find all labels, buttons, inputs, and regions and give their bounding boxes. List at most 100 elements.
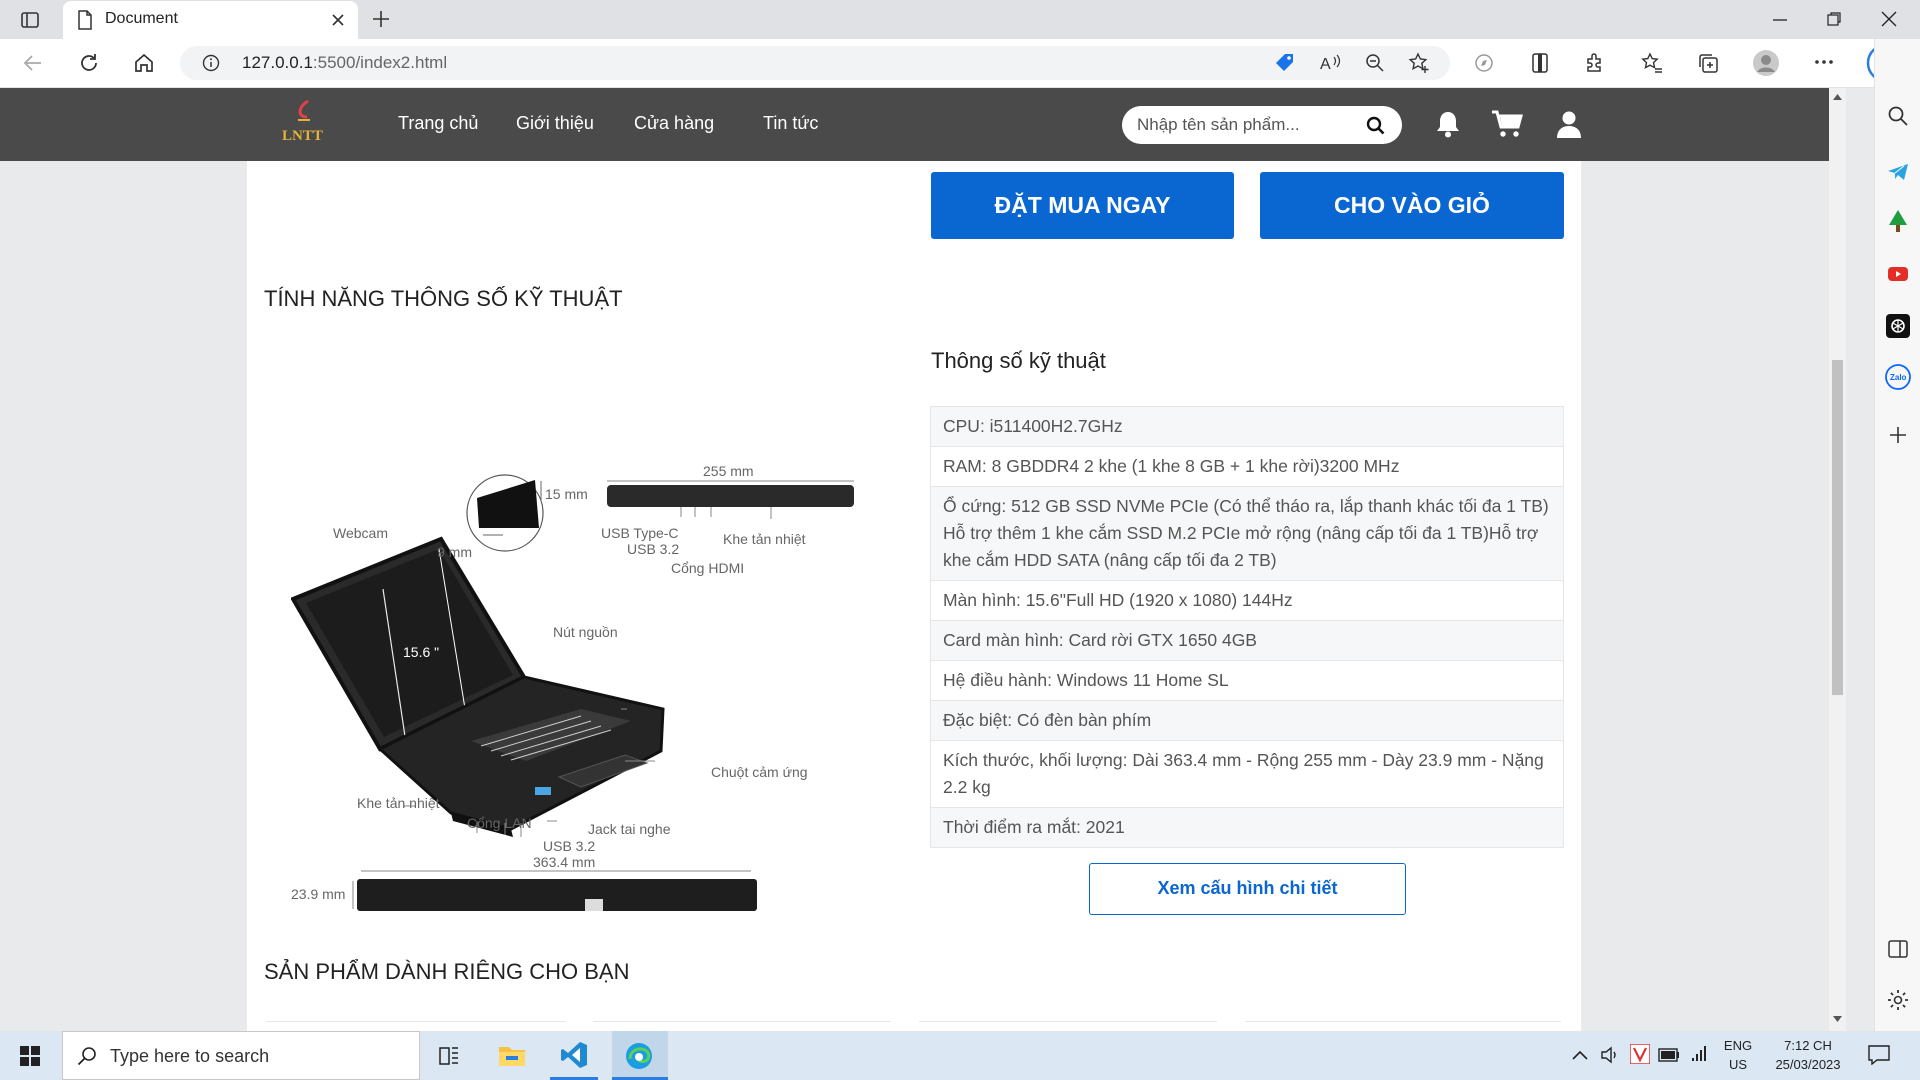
scroll-down-icon[interactable] [1833,1016,1842,1022]
file-explorer-icon[interactable] [498,1043,526,1067]
label-usb32-side: USB 3.2 [627,541,679,557]
battery-icon[interactable] [1658,1048,1680,1062]
product-search-input[interactable] [1137,114,1357,136]
search-icon[interactable] [1887,105,1909,127]
site-navbar: LNTT Trang chủ Giới thiệu Cửa hàng Tin t… [0,88,1829,161]
vscode-icon[interactable] [560,1041,588,1069]
edge-browser-icon[interactable] [624,1041,654,1071]
features-section-title: TÍNH NĂNG THÔNG SỐ KỸ THUẬT [264,286,623,311]
close-window-icon[interactable] [1881,11,1897,27]
search-icon[interactable] [1366,116,1385,135]
address-bar-row: 127.0.0.1:5500/index2.html A [0,39,1920,88]
tab-actions-icon[interactable] [20,10,40,30]
minimize-icon[interactable] [1772,12,1788,28]
language-indicator[interactable]: ENG US [1720,1036,1756,1074]
product-card[interactable] [919,1021,1217,1031]
buy-now-button[interactable]: ĐẶT MUA NGAY [931,172,1234,239]
recommended-section-title: SẢN PHẨM DÀNH RIÊNG CHO BẠN [264,959,630,984]
label-vent-side: Khe tản nhiệt [723,531,806,547]
nav-link-store[interactable]: Cửa hàng [634,113,714,134]
spec-row-os: Hệ điều hành: Windows 11 Home SL [931,660,1563,700]
spec-row-storage: Ổ cứng: 512 GB SSD NVMe PCIe (Có thể thá… [931,486,1563,580]
browser-sidebar: Zalo [1874,39,1920,1031]
split-screen-icon[interactable] [1888,940,1908,958]
page-scrollbar[interactable] [1829,88,1846,1031]
chatgpt-icon[interactable] [1886,314,1910,338]
restore-icon[interactable] [1826,11,1842,27]
read-aloud-icon[interactable]: A [1320,53,1342,73]
zalo-icon[interactable]: Zalo [1885,364,1911,390]
more-options-icon[interactable] [1814,59,1834,65]
site-logo[interactable]: LNTT [278,98,330,150]
favorites-icon[interactable] [1641,52,1663,74]
new-tab-icon[interactable] [372,10,390,28]
url-field[interactable]: 127.0.0.1:5500/index2.html A [180,46,1450,80]
back-icon[interactable] [22,52,44,74]
label-width: 255 mm [703,463,754,479]
specs-title: Thông số kỹ thuật [931,348,1106,373]
close-tab-icon[interactable] [331,13,345,27]
product-card[interactable] [1245,1021,1561,1031]
label-usb32-bottom: USB 3.2 [543,838,595,854]
search-icon [77,1046,97,1066]
view-detail-config-button[interactable]: Xem cấu hình chi tiết [1089,863,1406,915]
collections-icon[interactable] [1697,52,1719,74]
taskbar-search-box[interactable]: Type here to search [62,1031,420,1080]
label-webcam: Webcam [333,525,388,541]
label-bezel-height: 15 mm [545,486,588,502]
side-view-laptop [607,485,854,507]
label-thickness: 23.9 mm [291,886,345,902]
taskbar-search-placeholder: Type here to search [110,1046,270,1066]
plus-icon[interactable] [1889,426,1907,444]
label-length: 363.4 mm [533,854,595,870]
youtube-icon[interactable] [1887,265,1909,283]
refresh-icon[interactable] [78,52,100,74]
browser-tab[interactable]: Document [63,1,358,39]
extensions-icon[interactable] [1584,52,1606,74]
gear-icon[interactable] [1887,989,1909,1011]
label-screen-size: 15.6 " [403,644,439,660]
task-view-icon[interactable] [438,1045,460,1067]
chevron-up-icon[interactable] [1572,1050,1588,1060]
nav-link-about[interactable]: Giới thiệu [516,113,594,134]
logo-mark-icon [294,98,314,128]
coupon-tag-icon[interactable] [1273,52,1295,74]
page-viewport: LNTT Trang chủ Giới thiệu Cửa hàng Tin t… [0,88,1829,1031]
add-to-cart-button[interactable]: CHO VÀO GIỎ [1260,172,1564,239]
product-card[interactable] [593,1021,891,1031]
label-headphone-jack: Jack tai nghe [588,821,671,837]
info-icon[interactable] [202,54,220,72]
wifi-icon[interactable] [1690,1045,1710,1063]
tree-icon[interactable] [1887,209,1909,233]
windows-start-icon[interactable] [20,1046,40,1066]
product-card[interactable] [267,1021,565,1031]
label-vent-left: Khe tản nhiệt [357,795,440,811]
scroll-up-icon[interactable] [1833,94,1842,100]
product-search-box [1122,106,1402,144]
volume-icon[interactable] [1600,1046,1620,1064]
telegram-icon[interactable] [1887,161,1909,183]
url-host: 127.0.0.1 [242,53,313,72]
bell-icon[interactable] [1435,110,1461,138]
scrollbar-thumb[interactable] [1832,360,1843,695]
spec-row-dimensions: Kích thước, khối lượng: Dài 363.4 mm - R… [931,740,1563,807]
user-icon[interactable] [1556,110,1582,138]
nav-link-home[interactable]: Trang chủ [398,113,478,134]
profile-avatar-icon[interactable] [1752,49,1780,77]
front-view-laptop [357,879,757,911]
specs-table: CPU: i511400H2.7GHz RAM: 8 GBDDR4 2 khe … [930,406,1564,848]
clock[interactable]: 7:12 CH 25/03/2023 [1768,1036,1848,1074]
label-bezel-width: 9 mm [437,544,472,560]
antivirus-icon[interactable] [1630,1044,1650,1064]
home-icon[interactable] [133,52,155,74]
zoom-out-icon[interactable] [1365,53,1385,73]
label-lan-port: Cổng LAN [467,815,532,831]
label-power-button: Nút nguồn [553,624,618,640]
add-favorite-icon[interactable] [1408,52,1430,74]
cart-icon[interactable] [1491,110,1523,138]
sidebar-toggle-icon[interactable] [1530,52,1550,74]
notification-icon[interactable] [1868,1045,1890,1065]
spec-row-release: Thời điểm ra mắt: 2021 [931,807,1563,847]
compass-icon[interactable] [1474,53,1494,73]
nav-link-news[interactable]: Tin tức [763,113,818,134]
